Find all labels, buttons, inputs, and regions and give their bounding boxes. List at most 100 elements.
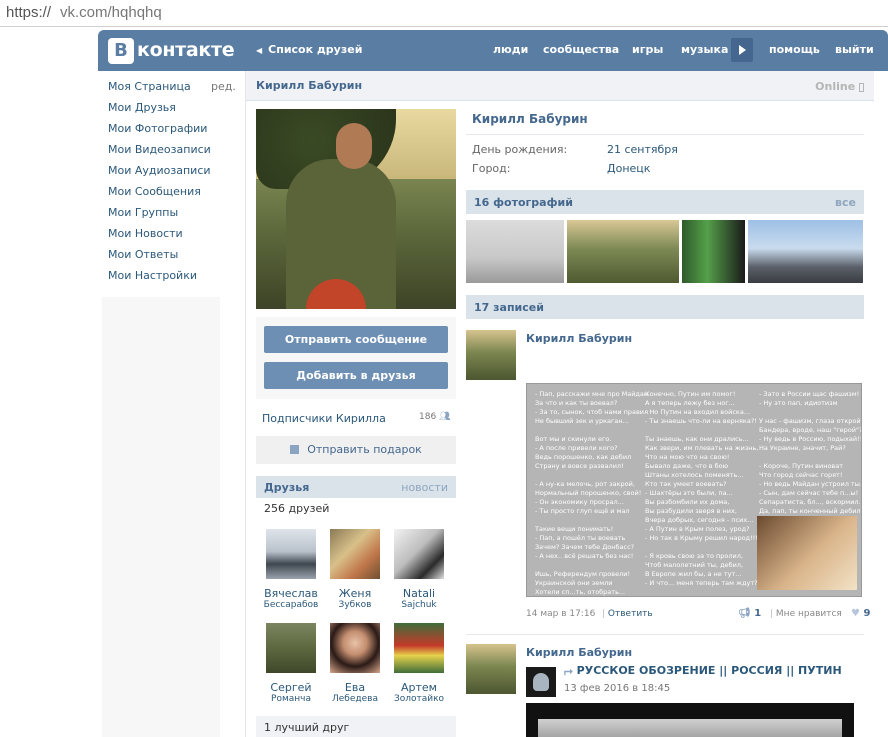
meme-text-line: Не бывший зек и уркаган... — [535, 417, 629, 425]
meme-text-column: - Пап, расскажи мне про Майдан За что и к… — [535, 390, 649, 596]
nav-help[interactable]: помощь — [769, 43, 820, 56]
menu-my-news[interactable]: Мои Новости — [108, 227, 183, 240]
meme-text-line: У нас - фашизм, глаза открой, — [759, 417, 862, 425]
meme-text-line: Кто так умеет воевать? — [645, 480, 727, 488]
post-author-name[interactable]: Кирилл Бабурин — [526, 646, 632, 659]
menu-my-answers[interactable]: Мои Ответы — [108, 248, 178, 261]
vk-logo-text: контакте — [137, 39, 235, 61]
add-friend-button[interactable]: Добавить в друзья — [264, 362, 448, 389]
friends-news-link[interactable]: новости — [401, 481, 448, 494]
meme-text-line: - А после привели кого? — [535, 444, 618, 452]
meme-text-line: - За то, сынок, чтоб нами правил — [535, 408, 649, 416]
friend-first-name: Сергей — [270, 681, 312, 694]
meme-text-column: Конечно, Путин им помог! А я теперь лежу … — [645, 390, 758, 588]
repost-source-avatar[interactable] — [526, 667, 556, 697]
subscribers-link[interactable]: Подписчики Кирилла — [262, 412, 386, 425]
profile-actions: Отправить сообщение Добавить в друзья — [256, 317, 456, 399]
menu-my-friends[interactable]: Мои Друзья — [108, 101, 176, 114]
photo-thumbnail[interactable] — [748, 220, 863, 283]
meme-text-line: - Пап, расскажи мне про Майдан — [535, 390, 649, 398]
vk-profile-page: { "browser": { "url_scheme": "https://",… — [0, 0, 888, 737]
share-count: 1 — [754, 608, 762, 619]
friend-first-name: Женя — [338, 587, 372, 600]
meme-text-line: Что город сейчас горят! — [759, 471, 843, 479]
friend-photo — [266, 529, 316, 579]
menu-my-messages[interactable]: Мои Сообщения — [108, 185, 201, 198]
meme-text-line: Зачем? Зачем тебе Донбасс? — [535, 543, 635, 551]
profile-content: Кирилл Бабурин Online Отправить сообщени… — [245, 71, 874, 737]
meme-text-line: Как звери, им плевать на жизнь, — [645, 444, 759, 452]
meme-text-line: Чтоб малолетний ты, дебил, — [645, 561, 744, 569]
post-date[interactable]: 14 мар в 17:16 — [526, 609, 595, 619]
menu-my-photos[interactable]: Мои Фотографии — [108, 122, 207, 135]
menu-my-groups[interactable]: Мои Группы — [108, 206, 178, 219]
photos-section-header[interactable]: 16 фотографий все — [466, 190, 864, 214]
meme-text-line: - Пап, а пошёл ты воевать — [535, 534, 626, 542]
friend-first-name: Вячеслав — [264, 587, 318, 600]
photo-thumbnail[interactable] — [466, 220, 564, 283]
meme-text-line: - Сын, дам сейчас тебе п...ы! — [759, 489, 859, 497]
wall-section-header[interactable]: 17 записей — [466, 295, 864, 319]
city-value[interactable]: Донецк — [607, 162, 650, 175]
post-author-avatar[interactable] — [466, 644, 516, 694]
meme-text-line: Что на мою что на свою! — [645, 453, 730, 461]
meme-text-line: Ишь, Референдум провели! — [535, 570, 631, 578]
left-ad-space — [102, 297, 220, 737]
subscribers-count-value: 186 — [419, 412, 437, 422]
meme-text-line: - Но Путин на входил войска... — [645, 408, 751, 416]
friends-title: Друзья — [264, 481, 310, 494]
best-friend-link[interactable]: 1 лучший друг — [256, 716, 456, 737]
share-button[interactable]: 📢︎ 1 — [738, 608, 761, 619]
menu-my-audio[interactable]: Мои Аудиозаписи — [108, 164, 211, 177]
reply-link[interactable]: Ответить — [608, 609, 653, 619]
meme-text-line: - Шахтёры это были, па... — [645, 489, 733, 497]
meme-text-line: - А Путин в Крым полез, урод? — [645, 525, 750, 533]
post-image[interactable]: - Пап, расскажи мне про Майдан За что и к… — [526, 383, 862, 597]
meme-text-line: Украинской они земли — [535, 579, 613, 587]
gift-icon — [290, 444, 300, 454]
menu-my-page[interactable]: Моя Страница — [108, 80, 191, 93]
nav-music[interactable]: музыка — [681, 43, 728, 56]
post-author-name[interactable]: Кирилл Бабурин — [526, 332, 632, 345]
meme-text-line: Штаны хотелось поменять... — [645, 471, 744, 479]
meme-text-line: - Короче, Путин виноват — [759, 462, 844, 470]
friend-last-name: Лебедева — [332, 694, 378, 704]
repost-source[interactable]: ⮣︎ РУССКОЕ ОБОЗРЕНИЕ || РОССИЯ || ПУТИН — [564, 664, 842, 678]
menu-edit-link[interactable]: ред. — [211, 80, 236, 93]
meme-text-line — [645, 543, 758, 552]
like-label[interactable]: | Мне нравится — [770, 609, 842, 619]
send-gift-button[interactable]: Отправить подарок — [256, 436, 456, 464]
friend-photo — [330, 623, 380, 673]
like-button[interactable]: ♥ 9 — [851, 608, 870, 619]
play-icon[interactable] — [731, 38, 753, 62]
meme-text-line — [535, 516, 648, 525]
meme-text-line: Да, пап, ты конченный дебил... — [759, 507, 862, 515]
profile-avatar[interactable] — [256, 109, 456, 309]
birthday-value[interactable]: 21 сентября — [607, 143, 678, 156]
nav-communities[interactable]: сообщества — [543, 43, 619, 56]
back-to-friends-link[interactable]: ◀ Список друзей — [256, 43, 362, 56]
nav-logout[interactable]: выйти — [835, 43, 874, 56]
meme-text-line: - Он экономику просрал... — [535, 498, 624, 506]
vk-logo-icon: B — [108, 38, 134, 64]
post-author-avatar[interactable] — [466, 330, 516, 380]
nav-people[interactable]: люди — [493, 43, 528, 56]
photos-all-link[interactable]: все — [835, 196, 856, 209]
menu-my-videos[interactable]: Мои Видеозаписи — [108, 143, 211, 156]
photo-thumbnail[interactable] — [682, 220, 745, 283]
friends-section-header[interactable]: Друзья новости — [256, 476, 456, 498]
friend-last-name: Зубков — [338, 600, 372, 610]
nav-games[interactable]: игры — [632, 43, 663, 56]
profile-title-bar: Кирилл Бабурин Online — [246, 71, 874, 101]
send-message-button[interactable]: Отправить сообщение — [264, 326, 448, 353]
meme-text-line: Вы разбомбили их дома, — [645, 498, 730, 506]
subscribers-count: 186 👥︎ — [419, 412, 451, 422]
meme-text-line: Ведь порошенко, как дебил — [535, 453, 632, 461]
photo-thumbnail[interactable] — [567, 220, 679, 283]
menu-my-settings[interactable]: Мои Настройки — [108, 269, 197, 282]
browser-url-bar[interactable]: https:// vk.com/hqhqhq — [0, 0, 888, 27]
profile-name-header[interactable]: Кирилл Бабурин — [256, 79, 362, 92]
repost-image[interactable] — [526, 703, 854, 737]
repost-date[interactable]: 13 фев 2016 в 18:45 — [564, 683, 670, 694]
meme-text-line: Вот мы и скинули его. — [535, 435, 612, 443]
